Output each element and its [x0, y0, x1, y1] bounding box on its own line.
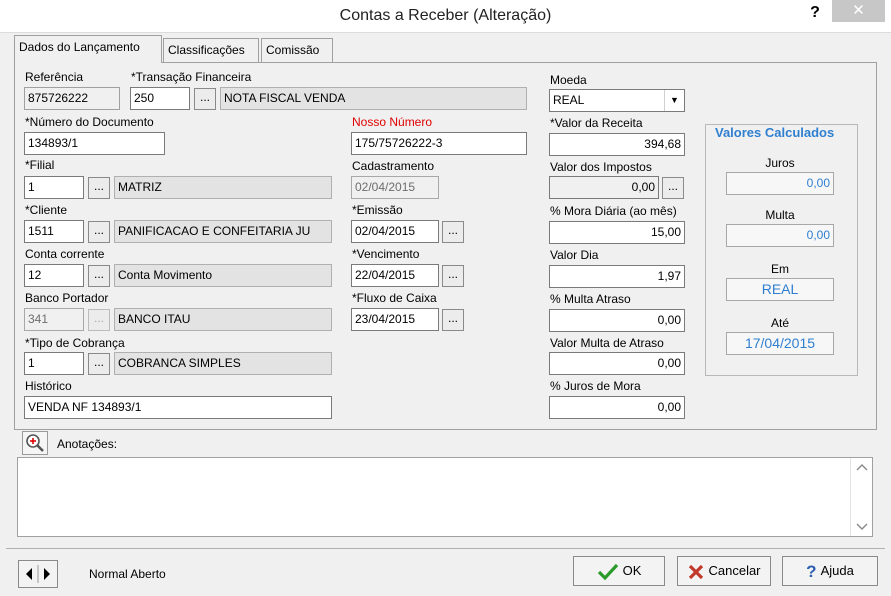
moeda-label: Moeda [550, 73, 587, 87]
cliente-lookup-button[interactable]: ... [88, 221, 110, 243]
tipo-cobranca-label: *Tipo de Cobrança [25, 336, 125, 350]
status-separator [6, 548, 885, 549]
conta-corrente-label: Conta corrente [25, 247, 105, 261]
banco-portador-description: BANCO ITAU [114, 308, 332, 331]
numero-documento-input[interactable]: 134893/1 [24, 132, 165, 155]
valor-dia-label: Valor Dia [550, 248, 599, 262]
cliente-label: *Cliente [25, 203, 68, 217]
filial-description: MATRIZ [114, 176, 332, 199]
multa-atraso-input[interactable]: 0,00 [549, 309, 685, 332]
cliente-description: PANIFICACAO E CONFEITARIA JU [114, 220, 332, 243]
emissao-label: *Emissão [352, 203, 403, 217]
cadastramento-field: 02/04/2015 [351, 176, 439, 199]
filial-lookup-button[interactable]: ... [88, 177, 110, 199]
emissao-input[interactable]: 02/04/2015 [351, 220, 439, 243]
mora-diaria-input[interactable]: 15,00 [549, 221, 685, 244]
valores-calculados-title: Valores Calculados [713, 125, 837, 140]
anotacoes-textarea[interactable] [17, 457, 873, 537]
tab-classificacoes[interactable]: Classificações [163, 38, 259, 62]
moeda-value: REAL [553, 93, 585, 107]
conta-corrente-description: Conta Movimento [114, 264, 332, 287]
chevron-down-icon[interactable]: ▼ [664, 90, 684, 111]
filial-code-input[interactable]: 1 [24, 176, 84, 199]
notes-scrollbar[interactable] [850, 458, 872, 536]
nosso-numero-label: Nosso Número [352, 115, 433, 129]
vencimento-calendar-button[interactable]: ... [442, 265, 464, 287]
x-icon [689, 564, 704, 579]
tipo-cobranca-code-input[interactable]: 1 [24, 352, 84, 375]
multa-atraso-label: % Multa Atraso [550, 292, 631, 306]
referencia-label: Referência [25, 70, 84, 84]
valor-receita-label: *Valor da Receita [550, 116, 643, 130]
conta-corrente-lookup-button[interactable]: ... [88, 265, 110, 287]
ate-field: 17/04/2015 [726, 332, 834, 355]
multa-field: 0,00 [726, 224, 834, 247]
valor-impostos-button[interactable]: ... [662, 177, 684, 199]
conta-corrente-code-input[interactable]: 12 [24, 264, 84, 287]
scroll-arrows-icon [856, 464, 868, 530]
valor-multa-atraso-input[interactable]: 0,00 [549, 352, 685, 375]
window-title: Contas a Receber (Alteração) [339, 7, 552, 24]
valor-dia-input[interactable]: 1,97 [549, 265, 685, 288]
vencimento-label: *Vencimento [352, 247, 420, 261]
tab-label: Classificações [168, 43, 245, 57]
cadastramento-label: Cadastramento [352, 159, 435, 173]
checkmark-icon [597, 563, 618, 580]
valor-receita-input[interactable]: 394,68 [549, 133, 685, 156]
fluxo-caixa-calendar-button[interactable]: ... [442, 309, 464, 331]
navigator-arrows-icon [26, 565, 50, 583]
tab-comissao[interactable]: Comissão [261, 38, 333, 62]
ok-button[interactable]: OK [573, 556, 665, 586]
help-title-button[interactable]: ? [800, 2, 830, 26]
referencia-field: 875726222 [24, 87, 120, 110]
ate-label: Até [770, 316, 789, 330]
banco-portador-code-input: 341 [24, 308, 84, 331]
em-label: Em [771, 262, 789, 276]
cancel-button[interactable]: Cancelar [677, 556, 771, 586]
historico-input[interactable]: VENDA NF 134893/1 [24, 396, 332, 419]
status-text: Normal Aberto [89, 567, 166, 581]
em-field: REAL [726, 278, 834, 301]
close-button[interactable]: ✕ [832, 0, 885, 22]
valor-impostos-field: 0,00 [549, 176, 659, 199]
tipo-cobranca-lookup-button[interactable]: ... [88, 353, 110, 375]
tab-label: Comissão [266, 43, 320, 57]
fluxo-caixa-input[interactable]: 23/04/2015 [351, 308, 439, 331]
multa-label: Multa [765, 208, 795, 222]
juros-label: Juros [765, 156, 795, 170]
vencimento-input[interactable]: 22/04/2015 [351, 264, 439, 287]
transacao-lookup-button[interactable]: ... [194, 88, 216, 110]
record-navigator[interactable] [18, 560, 58, 588]
question-mark-icon: ? [806, 561, 817, 581]
juros-field: 0,00 [726, 172, 834, 195]
banco-portador-label: Banco Portador [25, 291, 109, 305]
valor-impostos-label: Valor dos Impostos [550, 160, 652, 174]
tab-dados-lancamento[interactable]: Dados do Lançamento [14, 35, 162, 63]
transacao-code-input[interactable]: 250 [130, 87, 190, 110]
banco-portador-lookup-button: ... [88, 309, 110, 331]
fluxo-caixa-label: *Fluxo de Caixa [352, 291, 437, 305]
juros-mora-input[interactable]: 0,00 [549, 396, 685, 419]
tab-label: Dados do Lançamento [19, 40, 140, 54]
numero-documento-label: *Número do Documento [25, 115, 154, 129]
magnifier-icon [26, 434, 44, 452]
valor-multa-atraso-label: Valor Multa de Atraso [550, 336, 664, 350]
transacao-label: *Transação Financeira [131, 70, 252, 84]
cancel-label: Cancelar [708, 563, 761, 578]
tipo-cobranca-description: COBRANCA SIMPLES [114, 352, 332, 375]
help-label: Ajuda [820, 563, 854, 578]
anotacoes-label: Anotações: [57, 437, 118, 451]
historico-label: Histórico [25, 379, 72, 393]
help-button[interactable]: ? Ajuda [782, 556, 878, 586]
filial-label: *Filial [25, 158, 55, 172]
mora-diaria-label: % Mora Diária (ao mês) [550, 204, 677, 218]
ok-label: OK [622, 563, 642, 578]
juros-mora-label: % Juros de Mora [550, 379, 641, 393]
emissao-calendar-button[interactable]: ... [442, 221, 464, 243]
nosso-numero-input[interactable]: 175/75726222-3 [351, 132, 527, 155]
zoom-notes-button[interactable] [22, 431, 48, 455]
cliente-code-input[interactable]: 1511 [24, 220, 84, 243]
transacao-description: NOTA FISCAL VENDA [220, 87, 527, 110]
